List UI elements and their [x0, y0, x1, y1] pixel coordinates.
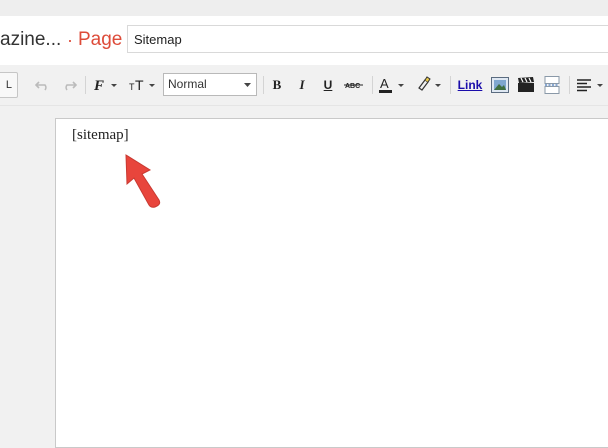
blog-title[interactable]: azine...	[0, 29, 61, 51]
bold-icon[interactable]: B	[268, 75, 286, 95]
format-select[interactable]: Normal	[163, 73, 257, 96]
text-color-icon[interactable]: A	[377, 75, 407, 95]
toolbar-separator	[85, 76, 86, 94]
page-title-input[interactable]	[127, 25, 608, 53]
underline-icon[interactable]: U	[319, 75, 337, 95]
link-button[interactable]: Link	[456, 75, 484, 95]
undo-icon[interactable]	[34, 75, 52, 95]
highlight-color-icon[interactable]	[414, 75, 444, 95]
editor-toolbar: L F TT Normal B I U ABC A Link	[0, 65, 608, 106]
svg-text:A: A	[380, 76, 389, 91]
video-icon[interactable]	[516, 75, 536, 95]
toolbar-separator	[263, 76, 264, 94]
format-select-value: Normal	[168, 77, 207, 91]
font-size-icon[interactable]: TT	[127, 75, 159, 95]
toolbar-separator	[569, 76, 570, 94]
italic-icon[interactable]: I	[293, 75, 311, 95]
jump-break-icon[interactable]	[542, 75, 562, 95]
redo-icon[interactable]	[60, 75, 78, 95]
svg-text:ABC: ABC	[345, 83, 360, 90]
annotation-arrow-icon	[125, 154, 161, 208]
svg-text:T: T	[135, 77, 144, 93]
editor-gutter	[0, 106, 55, 437]
toolbar-separator	[450, 76, 451, 94]
toolbar-separator	[372, 76, 373, 94]
compose-mode-button[interactable]: L	[0, 72, 18, 98]
breadcrumb-separator: ·	[67, 30, 73, 50]
font-family-icon[interactable]: F	[91, 75, 121, 95]
image-icon[interactable]	[490, 75, 510, 95]
chevron-down-icon	[244, 83, 251, 87]
page-label: Page	[78, 29, 123, 50]
svg-text:F: F	[93, 78, 104, 93]
editor-content[interactable]: [sitemap]	[72, 127, 129, 144]
strikethrough-icon[interactable]: ABC	[343, 75, 365, 95]
top-strip	[0, 0, 608, 16]
align-icon[interactable]	[575, 75, 607, 95]
title-bar: azine... · Page	[0, 16, 608, 65]
